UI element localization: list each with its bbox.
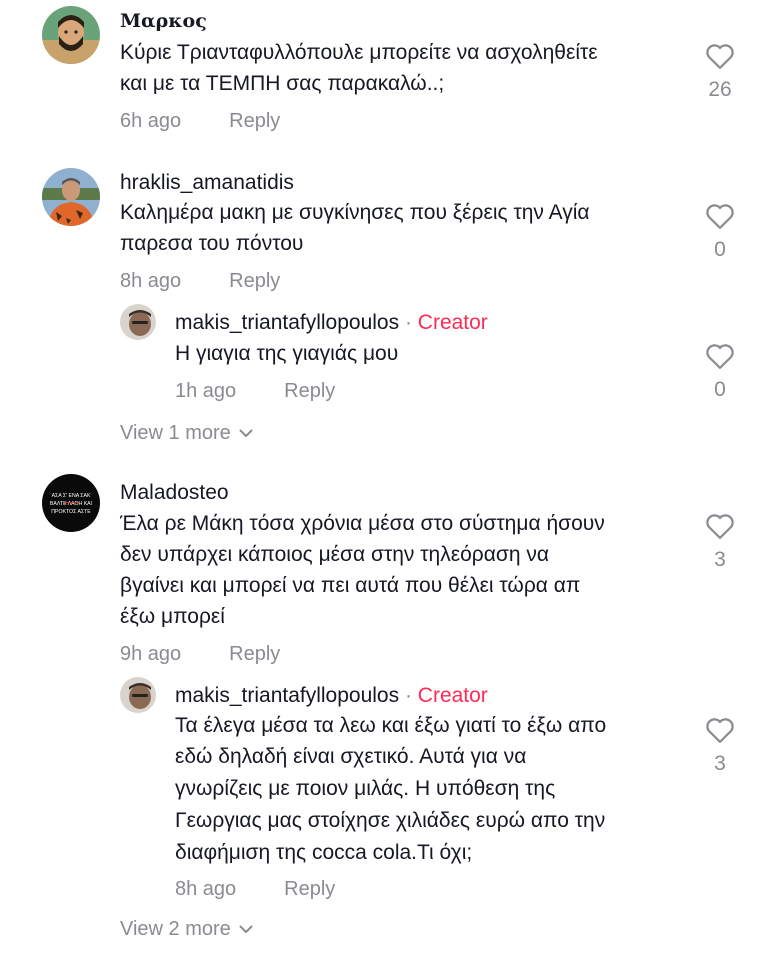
like-count: 3 — [714, 548, 726, 571]
comment-text-line: έξω μπορεί — [120, 605, 225, 628]
reply-text-line: εδώ δηλαδή είναι σχετικό. Αυτά για να — [175, 745, 527, 768]
heart-outline-icon — [706, 514, 734, 539]
comment-timestamp: 8h ago — [120, 270, 182, 292]
reply-username: makis_triantafyllopoulos · Creator — [175, 311, 488, 335]
separator-dot: · — [399, 311, 418, 334]
avatar-man-photo-icon — [120, 677, 156, 713]
avatar[interactable] — [42, 168, 100, 226]
heart-outline-icon — [706, 44, 734, 69]
reply-button[interactable]: Reply — [284, 878, 335, 900]
reply-meta: 8h ago Reply — [175, 878, 335, 901]
reply-text-line: Γεωργιας μας στοίχησε χιλιάδες ευρώ απο … — [175, 809, 606, 832]
like-count: 26 — [708, 78, 732, 101]
comment-meta: 8h ago Reply — [120, 270, 280, 293]
comment-text-line: παρεσα του πόντου — [120, 232, 304, 255]
comment-username[interactable]: Μαρκος — [120, 10, 207, 32]
comment-meta: 6h ago Reply — [120, 110, 280, 133]
heart-outline-icon — [706, 718, 734, 743]
reply-text-line: Τα έλεγα μέσα τα λεω και έξω γιατί το έξ… — [175, 714, 607, 737]
avatar-man-photo-icon — [120, 304, 156, 340]
heart-outline-icon — [706, 344, 734, 369]
comment-text-line: Έλα ρε Μάκη τόσα χρόνια μέσα στο σύστημα… — [120, 512, 605, 535]
comment-text-line: δεν υπάρχει κάποιος μέσα στην τηλεόραση … — [120, 543, 549, 566]
chevron-down-icon — [239, 429, 253, 438]
reply-timestamp: 8h ago — [175, 878, 237, 900]
creator-badge: Creator — [417, 311, 488, 334]
avatar[interactable] — [120, 304, 156, 340]
reply-username-text[interactable]: makis_triantafyllopoulos — [175, 684, 399, 707]
like-button[interactable]: 3 — [700, 512, 740, 572]
avatar-text-badge-icon: ΑΣΑ Σ' ΕΝΑ ΣΑΚ ΒΑΛΤΕ ΛΑΘΗ ΚΑΙ ΠΡΟΚΤΟΣ ΑΣ… — [42, 474, 100, 532]
avatar[interactable]: ΑΣΑ Σ' ΕΝΑ ΣΑΚ ΒΑΛΤΕ ΛΑΘΗ ΚΑΙ ΠΡΟΚΤΟΣ ΑΣ… — [42, 474, 100, 532]
heart-outline-icon — [706, 204, 734, 229]
like-button[interactable]: 26 — [700, 42, 740, 102]
comment-text-line: Κύριε Τριανταφυλλόπουλε μπορείτε να ασχο… — [120, 41, 598, 64]
avatar-bearded-man-icon — [42, 6, 100, 64]
reply-button[interactable]: Reply — [229, 270, 280, 292]
like-button[interactable]: 0 — [700, 342, 740, 402]
reply-username: makis_triantafyllopoulos · Creator — [175, 684, 488, 708]
view-more-replies-button[interactable]: View 1 more — [120, 422, 253, 445]
comment-username[interactable]: hraklis_amanatidis — [120, 171, 294, 195]
reply-username-text[interactable]: makis_triantafyllopoulos — [175, 311, 399, 334]
view-more-label: View 1 more — [120, 422, 231, 444]
creator-badge: Creator — [417, 684, 488, 707]
view-more-label: View 2 more — [120, 918, 231, 940]
comment-timestamp: 9h ago — [120, 643, 182, 665]
reply-button[interactable]: Reply — [229, 110, 280, 132]
comment-meta: 9h ago Reply — [120, 643, 280, 666]
comment-text-line: Καλημέρα μακη με συγκίνησες που ξέρεις τ… — [120, 201, 590, 224]
like-count: 0 — [714, 378, 726, 401]
avatar-caption-line: ΠΡΟΚΤΟΣ ΑΣΤΕ — [51, 509, 91, 515]
reply-text-line: διαφήμιση της cocca cola.Τι όχι; — [175, 841, 473, 864]
comment-text-line: και με τα ΤΕΜΠΗ σας παρακαλώ..; — [120, 72, 445, 95]
like-count: 0 — [714, 238, 726, 261]
avatar-caption-line: ΑΣΑ Σ' ΕΝΑ ΣΑΚ — [52, 493, 91, 499]
reply-timestamp: 1h ago — [175, 380, 237, 402]
reply-button[interactable]: Reply — [284, 380, 335, 402]
chevron-down-icon — [239, 925, 253, 934]
avatar[interactable] — [42, 6, 100, 64]
reply-text-line: Η γιαγια της γιαγιάς μου — [175, 342, 399, 365]
avatar-man-outdoors-icon — [42, 168, 100, 226]
separator-dot: · — [399, 684, 418, 707]
view-more-replies-button[interactable]: View 2 more — [120, 918, 253, 941]
like-count: 3 — [714, 752, 726, 775]
like-button[interactable]: 3 — [700, 716, 740, 776]
comment-timestamp: 6h ago — [120, 110, 182, 132]
reply-meta: 1h ago Reply — [175, 380, 335, 403]
reply-button[interactable]: Reply — [229, 643, 280, 665]
avatar[interactable] — [120, 677, 156, 713]
like-button[interactable]: 0 — [700, 202, 740, 262]
comment-text-line: βγαίνει και μπορεί να πει αυτά που θέλει… — [120, 574, 581, 597]
avatar-caption-line: ΒΑΛΤΕ ΛΑΘΗ ΚΑΙ — [50, 501, 92, 507]
comment-username[interactable]: Maladosteo — [120, 481, 229, 505]
reply-text-line: γνωρίζεις με ποιον μιλάς. Η υπόθεση της — [175, 777, 556, 800]
